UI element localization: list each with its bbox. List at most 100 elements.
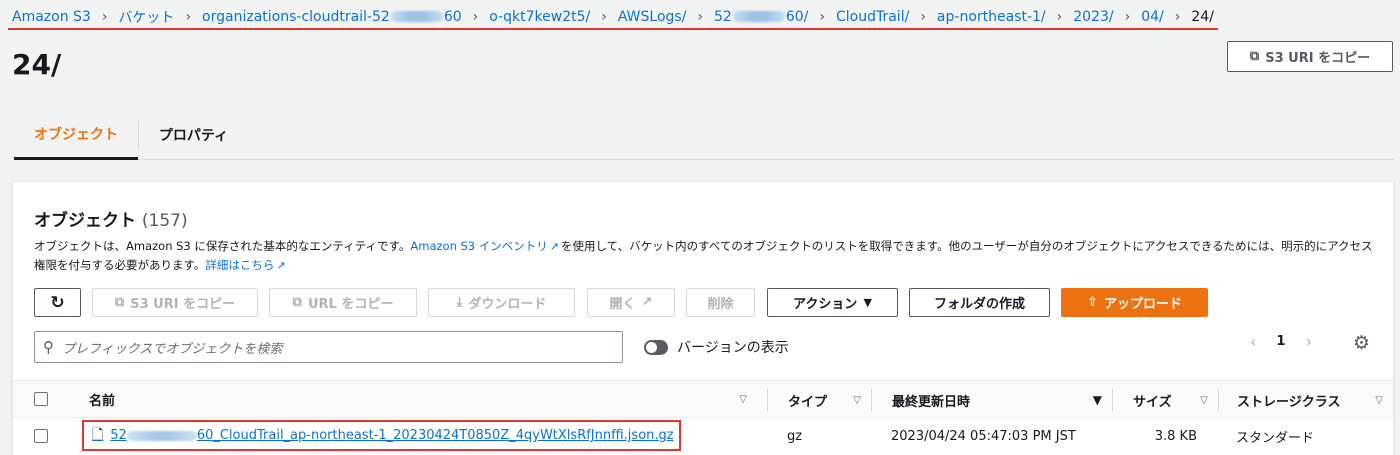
cell-size: 3.8 KB <box>1154 428 1197 444</box>
create-folder-label: フォルダの作成 <box>933 297 1025 312</box>
breadcrumb-item-month[interactable]: 04/ <box>1141 9 1164 25</box>
upload-button[interactable]: ⇧ アップロード <box>1061 288 1208 317</box>
upload-label: アップロード <box>1103 297 1182 312</box>
version-toggle[interactable] <box>644 339 668 355</box>
chevron-right-icon: › <box>185 8 192 25</box>
copy-s3-uri-toolbar-label: S3 URI をコピー <box>130 297 236 312</box>
copy-url-label: URL をコピー <box>307 297 394 312</box>
object-name-suffix: 60_CloudTrail_ap-northeast-1_20230424T08… <box>196 428 674 443</box>
copy-icon: ⧉ <box>292 295 302 310</box>
search-placeholder: プレフィックスでオブジェクトを検索 <box>62 341 283 357</box>
sort-icon: ▽ <box>739 394 747 405</box>
download-button[interactable]: ⤓ ダウンロード <box>428 288 575 317</box>
column-header-type-label: タイプ <box>788 394 828 410</box>
objects-panel: オブジェクト (157) オブジェクトは、Amazon S3 に保存された基本的… <box>12 181 1394 455</box>
column-header-size[interactable]: サイズ ▽ <box>1112 389 1218 411</box>
column-header-modified[interactable]: 最終更新日時 ▼ <box>871 389 1112 411</box>
account-suffix: 60/ <box>785 8 809 25</box>
table-row: 🗋 52 60_CloudTrail_ap-northeast-1_2023042… <box>13 418 1393 454</box>
breadcrumb-item-buckets[interactable]: バケット <box>118 7 174 27</box>
page-number[interactable]: 1 <box>1276 334 1285 349</box>
copy-s3-uri-toolbar-button[interactable]: ⧉ S3 URI をコピー <box>92 288 258 317</box>
tab-bar: オブジェクト プロパティ <box>14 110 1394 160</box>
cell-type: gz <box>787 428 803 444</box>
breadcrumb: Amazon S3 › バケット › organizations-cloudtr… <box>8 5 1218 30</box>
tab-objects[interactable]: オブジェクト <box>14 110 138 160</box>
pagination: ‹ 1 › <box>1250 332 1312 351</box>
breadcrumb-item-awslogs[interactable]: AWSLogs/ <box>618 9 687 25</box>
chevron-right-icon: › <box>920 8 926 25</box>
chevron-right-icon: › <box>1174 8 1181 25</box>
chevron-right-icon: › <box>1124 8 1131 25</box>
search-input[interactable]: ⚲ プレフィックスでオブジェクトを検索 <box>34 331 623 363</box>
objects-heading: オブジェクト (157) <box>34 206 188 231</box>
copy-icon: ⧉ <box>1249 49 1260 64</box>
open-button[interactable]: 開く ↗ <box>587 288 675 317</box>
refresh-button[interactable]: ↻ <box>34 288 81 317</box>
actions-dropdown[interactable]: アクション ▼ <box>767 288 898 317</box>
objects-description: オブジェクトは、Amazon S3 に保存された基本的なエンティティです。Ama… <box>34 237 1384 275</box>
chevron-right-icon: › <box>101 8 108 25</box>
column-header-name[interactable]: 名前 ▽ <box>73 381 757 418</box>
caret-down-icon: ▼ <box>863 296 872 309</box>
breadcrumb-item-amazon-s3[interactable]: Amazon S3 <box>12 9 91 25</box>
select-all-checkbox[interactable] <box>34 392 48 406</box>
column-header-type[interactable]: タイプ ▽ <box>767 389 871 411</box>
download-icon: ⤓ <box>456 295 463 310</box>
sort-icon: ▽ <box>1375 394 1383 406</box>
bucket-name-prefix: organizations-cloudtrail-52 <box>202 8 390 25</box>
create-folder-button[interactable]: フォルダの作成 <box>909 288 1050 317</box>
download-label: ダウンロード <box>468 297 547 312</box>
external-link-icon: ↗ <box>276 259 286 272</box>
breadcrumb-item-year[interactable]: 2023/ <box>1073 9 1113 25</box>
chevron-right-icon: › <box>1056 8 1063 25</box>
breadcrumb-item-region[interactable]: ap-northeast-1/ <box>937 9 1046 25</box>
open-label: 開く <box>609 297 636 312</box>
external-link-icon: ↗ <box>549 240 559 253</box>
sort-icon: ▽ <box>853 394 861 406</box>
breadcrumb-item-org[interactable]: o-qkt7kew2t5/ <box>489 9 590 25</box>
column-header-storage-class[interactable]: ストレージクラス ▽ <box>1218 389 1393 411</box>
row-checkbox[interactable] <box>34 429 48 443</box>
chevron-right-icon: › <box>472 8 479 25</box>
file-icon: 🗋 <box>92 426 104 443</box>
delete-label: 削除 <box>707 297 734 312</box>
learn-more-link[interactable]: 詳細はこちら <box>205 258 274 272</box>
column-header-modified-label: 最終更新日時 <box>892 394 971 410</box>
redacted-blur <box>732 11 785 22</box>
breadcrumb-item-cloudtrail[interactable]: CloudTrail/ <box>836 9 909 25</box>
copy-s3-uri-button[interactable]: ⧉ S3 URI をコピー <box>1227 41 1393 72</box>
table-header: 名前 ▽ タイプ ▽ 最終更新日時 ▼ サイズ ▽ ストレージクラス ▽ <box>13 380 1393 418</box>
redacted-blur <box>390 11 443 22</box>
delete-button[interactable]: 削除 <box>686 288 755 317</box>
sort-icon: ▽ <box>1200 394 1208 406</box>
version-toggle-row: バージョンの表示 <box>644 337 789 357</box>
copy-url-button[interactable]: ⧉ URL をコピー <box>269 288 417 317</box>
search-icon: ⚲ <box>43 338 54 356</box>
copy-icon: ⧉ <box>114 295 125 310</box>
object-name-link[interactable]: 🗋 52 60_CloudTrail_ap-northeast-1_2023042… <box>82 420 681 451</box>
breadcrumb-item-bucket[interactable]: organizations-cloudtrail-52 60 <box>202 9 462 25</box>
redacted-blur <box>126 430 197 441</box>
chevron-right-icon[interactable]: › <box>1305 332 1311 351</box>
chevron-right-icon: › <box>697 8 704 25</box>
chevron-right-icon: › <box>819 8 825 25</box>
copy-s3-uri-label: S3 URI をコピー <box>1265 51 1371 66</box>
inventory-link[interactable]: Amazon S3 インベントリ <box>410 239 547 253</box>
upload-icon: ⇧ <box>1087 295 1098 310</box>
account-prefix: 52 <box>714 8 732 25</box>
version-toggle-label: バージョンの表示 <box>677 340 789 356</box>
breadcrumb-item-current: 24/ <box>1191 8 1214 25</box>
cell-modified: 2023/04/24 05:47:03 PM JST <box>891 428 1076 444</box>
chevron-right-icon: › <box>601 8 607 25</box>
breadcrumb-item-account[interactable]: 52 60/ <box>714 9 808 25</box>
chevron-left-icon[interactable]: ‹ <box>1250 332 1256 351</box>
page-title: 24/ <box>12 48 62 81</box>
gear-icon[interactable]: ⚙ <box>1353 332 1370 354</box>
column-header-storage-class-label: ストレージクラス <box>1237 394 1341 410</box>
tab-properties[interactable]: プロパティ <box>138 121 248 149</box>
column-header-name-label: 名前 <box>89 394 116 409</box>
objects-heading-label: オブジェクト <box>34 211 136 231</box>
objects-count: (157) <box>141 211 188 231</box>
refresh-icon: ↻ <box>50 292 65 313</box>
